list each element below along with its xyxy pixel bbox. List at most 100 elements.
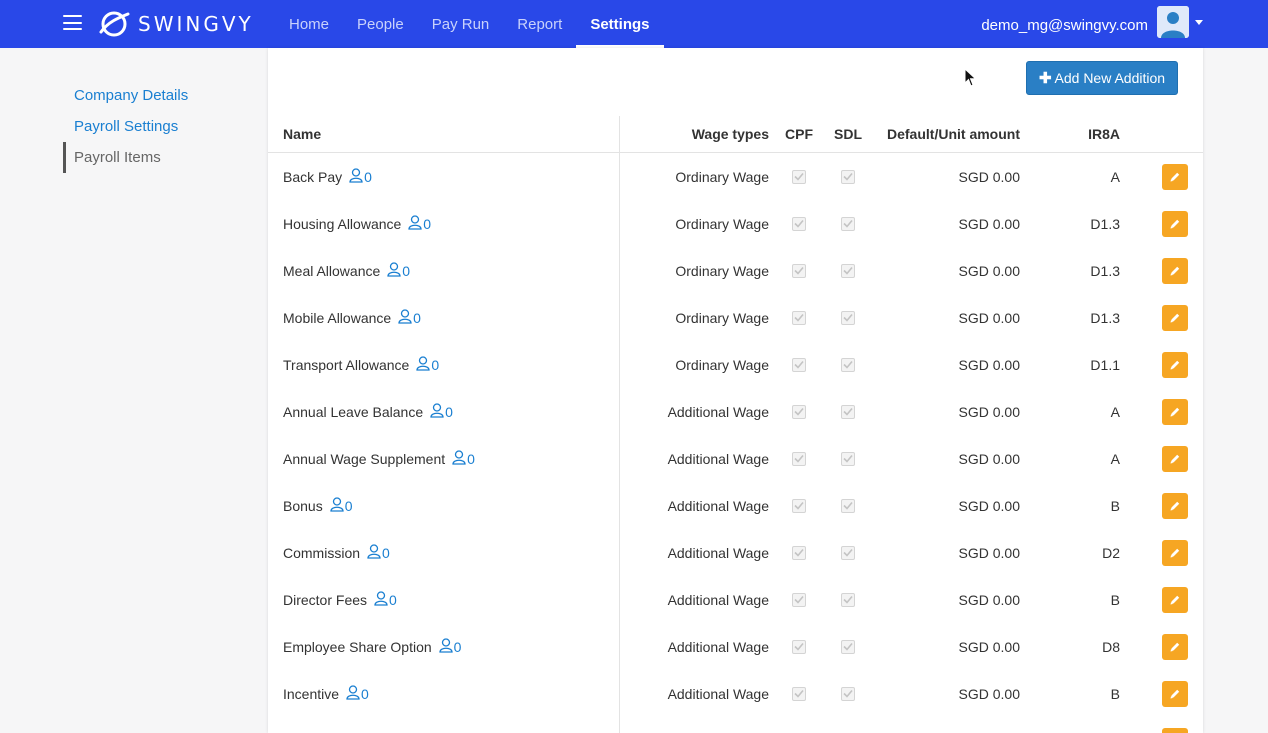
menu-icon[interactable] — [63, 15, 82, 30]
assigned-count[interactable]: 0 — [387, 261, 410, 280]
edit-button[interactable] — [1162, 727, 1188, 733]
row-name: Employee Share Option 0 — [283, 623, 461, 670]
row-name: Mobile Allowance 0 — [283, 294, 421, 341]
user-icon — [416, 355, 431, 374]
pencil-icon — [1169, 594, 1181, 606]
assigned-count-value: 0 — [413, 309, 421, 326]
caret-down-icon[interactable] — [1195, 20, 1203, 25]
cpf-checkbox-icon — [792, 451, 806, 466]
cpf-checkbox-icon — [792, 169, 806, 184]
row-wage-type: Ordinary Wage — [675, 262, 769, 279]
avatar-icon[interactable] — [1157, 6, 1189, 38]
pencil-icon — [1169, 641, 1181, 653]
user-icon — [408, 214, 423, 233]
user-icon — [452, 449, 467, 468]
assigned-count[interactable]: 0 — [346, 684, 369, 703]
row-amount: SGD 0.00 — [958, 497, 1020, 514]
edit-button[interactable] — [1162, 539, 1188, 566]
table-row: Meal Allowance 0 Ordinary Wage SGD 0.00 D1.3 — [268, 247, 1203, 294]
assigned-count[interactable]: 0 — [416, 355, 439, 374]
assigned-count[interactable]: 0 — [430, 402, 453, 421]
table-row: Director Fees 0 Additional Wage SGD 0.00 B — [268, 576, 1203, 623]
assigned-count[interactable]: 0 — [374, 590, 397, 609]
row-name-text: Director Fees — [283, 591, 368, 608]
add-new-addition-button[interactable]: ✚ Add New Addition — [1026, 61, 1178, 95]
assigned-count[interactable]: 0 — [438, 637, 461, 656]
row-name: Annual Wage Supplement 0 — [283, 435, 475, 482]
pencil-icon — [1169, 359, 1181, 371]
cpf-checkbox-icon — [792, 404, 806, 419]
row-ir8a: B — [1110, 591, 1120, 608]
col-ir8a-header[interactable]: IR8A — [1088, 116, 1120, 152]
assigned-count-value: 0 — [445, 403, 453, 420]
edit-button[interactable] — [1162, 398, 1188, 425]
pencil-icon — [1169, 171, 1181, 183]
user-icon — [387, 261, 402, 280]
edit-button[interactable] — [1162, 445, 1188, 472]
sdl-checkbox-icon — [841, 404, 855, 419]
nav-tab-home[interactable]: Home — [275, 0, 343, 48]
cpf-checkbox-icon — [792, 357, 806, 372]
row-name-text: Transport Allowance — [283, 356, 410, 373]
edit-button[interactable] — [1162, 492, 1188, 519]
row-name-text: Annual Leave Balance — [283, 403, 424, 420]
sidebar-item-payroll-items[interactable]: Payroll Items — [63, 142, 253, 173]
edit-button[interactable] — [1162, 351, 1188, 378]
top-navbar: SWINGVY Home People Pay Run Report Settings … — [0, 0, 1268, 48]
row-name: Bonus 0 — [283, 482, 353, 529]
edit-button[interactable] — [1162, 257, 1188, 284]
edit-button[interactable] — [1162, 210, 1188, 237]
table-row — [268, 717, 1203, 733]
nav-tab-pay-run[interactable]: Pay Run — [418, 0, 504, 48]
edit-button[interactable] — [1162, 304, 1188, 331]
cpf-checkbox-icon — [792, 639, 806, 654]
col-wage-header[interactable]: Wage types — [692, 116, 769, 152]
table-row: Commission 0 Additional Wage SGD 0.00 D2 — [268, 529, 1203, 576]
cpf-checkbox-icon — [792, 545, 806, 560]
assigned-count[interactable]: 0 — [398, 308, 421, 327]
user-icon — [367, 543, 382, 562]
col-amount-header[interactable]: Default/Unit amount — [887, 116, 1020, 152]
col-sdl-header[interactable]: SDL — [834, 116, 862, 152]
table-body: Back Pay 0 Ordinary Wage SGD 0.00 A Housing A… — [268, 153, 1203, 733]
edit-button[interactable] — [1162, 633, 1188, 660]
sidebar-item-payroll-settings[interactable]: Payroll Settings — [63, 111, 253, 142]
assigned-count[interactable]: 0 — [349, 167, 372, 186]
row-ir8a: D1.1 — [1090, 356, 1120, 373]
edit-button[interactable] — [1162, 680, 1188, 707]
row-amount: SGD 0.00 — [958, 309, 1020, 326]
pencil-icon — [1169, 547, 1181, 559]
row-amount: SGD 0.00 — [958, 403, 1020, 420]
user-icon — [349, 167, 364, 186]
user-icon — [398, 308, 413, 327]
col-cpf-header[interactable]: CPF — [785, 116, 813, 152]
sdl-checkbox-icon — [841, 263, 855, 278]
nav-tab-people[interactable]: People — [343, 0, 418, 48]
logo[interactable]: SWINGVY — [98, 8, 254, 40]
assigned-count[interactable]: 0 — [367, 543, 390, 562]
nav-tab-settings[interactable]: Settings — [576, 0, 664, 48]
sidebar-item-company-details[interactable]: Company Details — [63, 80, 253, 111]
assigned-count-value: 0 — [467, 450, 475, 467]
nav-tab-report[interactable]: Report — [503, 0, 576, 48]
cpf-checkbox-icon — [792, 686, 806, 701]
col-name-header[interactable]: Name — [283, 116, 321, 152]
mouse-cursor-icon — [964, 68, 977, 87]
payroll-items-panel: ✚ Add New Addition Name Wage types CPF S… — [268, 48, 1203, 733]
user-email[interactable]: demo_mg@swingvy.com — [981, 17, 1148, 34]
row-wage-type: Ordinary Wage — [675, 356, 769, 373]
edit-button[interactable] — [1162, 163, 1188, 190]
assigned-count[interactable]: 0 — [452, 449, 475, 468]
row-amount: SGD 0.00 — [958, 215, 1020, 232]
edit-button[interactable] — [1162, 586, 1188, 613]
assigned-count[interactable]: 0 — [408, 214, 431, 233]
row-name: Commission 0 — [283, 529, 390, 576]
assigned-count[interactable]: 0 — [330, 496, 353, 515]
assigned-count-value: 0 — [344, 497, 353, 514]
row-amount: SGD 0.00 — [958, 685, 1020, 702]
row-ir8a: D1.3 — [1090, 215, 1120, 232]
row-name: Transport Allowance 0 — [283, 341, 439, 388]
row-name: Back Pay 0 — [283, 153, 372, 200]
row-ir8a: A — [1110, 168, 1120, 185]
pencil-icon — [1169, 218, 1181, 230]
